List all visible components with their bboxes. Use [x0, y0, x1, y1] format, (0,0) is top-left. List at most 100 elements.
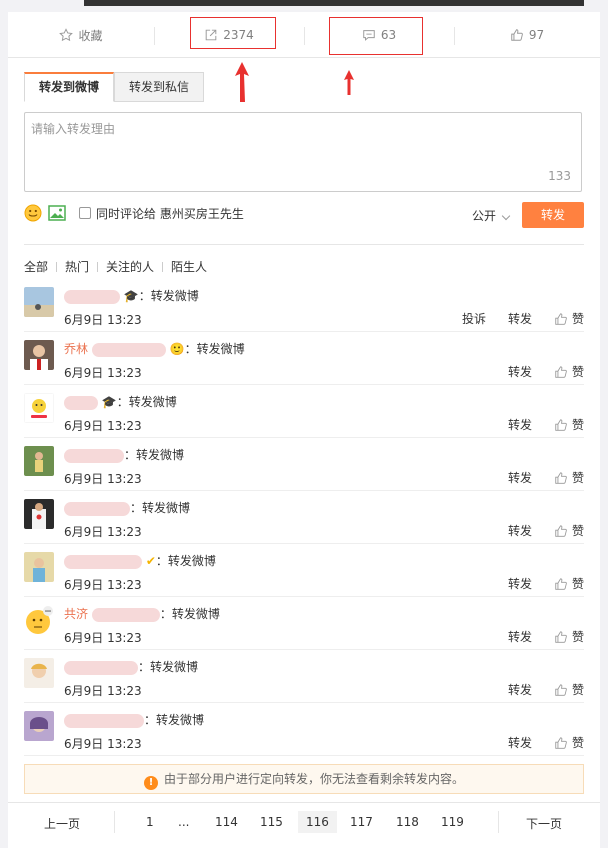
repost-link[interactable]: 转发: [508, 575, 532, 592]
divider: [24, 244, 584, 245]
thumbs-up-icon: [555, 524, 567, 537]
like-link[interactable]: 赞: [554, 522, 584, 539]
next-page-button[interactable]: 下一页: [526, 815, 562, 832]
current-page: 116: [298, 811, 337, 833]
page-link[interactable]: 114: [215, 815, 238, 829]
list-item: ✔：转发微博 6月9日 13:23 转发 赞: [24, 544, 584, 597]
list-item: 共济 ：转发微博 6月9日 13:23 转发 赞: [24, 597, 584, 650]
star-icon: [59, 28, 74, 42]
repost-username[interactable]: 共济: [64, 607, 88, 621]
repost-time: 6月9日 13:23: [64, 631, 142, 645]
repost-submit-button[interactable]: 转发: [522, 202, 584, 228]
filter-following[interactable]: 关注的人: [106, 258, 162, 275]
thumbs-up-icon: [511, 29, 523, 41]
redacted-username: [64, 448, 124, 463]
page-ellipsis: ...: [178, 815, 190, 829]
avatar[interactable]: [24, 393, 54, 423]
tab-repost-to-weibo[interactable]: 转发到微博: [24, 72, 115, 102]
avatar[interactable]: [24, 340, 54, 370]
like-label: 赞: [571, 577, 584, 591]
thumbs-up-icon: [555, 418, 567, 431]
image-icon[interactable]: [48, 204, 66, 222]
redacted-username: [64, 554, 142, 569]
filter-hot[interactable]: 热门: [65, 258, 97, 275]
like-button[interactable]: 97: [454, 12, 600, 58]
repost-action-text: 转发微博: [156, 713, 205, 727]
repost-username[interactable]: 乔林: [64, 342, 88, 356]
repost-user-line: ✔：转发微博: [64, 552, 216, 569]
repost-link[interactable]: 转发: [508, 416, 532, 433]
page-link[interactable]: 115: [260, 815, 283, 829]
avatar[interactable]: [24, 658, 54, 688]
repost-ops: 转发 赞: [486, 469, 584, 486]
repost-user-line: ：转发微博: [64, 499, 190, 516]
repost-link[interactable]: 转发: [508, 734, 532, 751]
repost-user-line: ：转发微博: [64, 711, 204, 728]
repost-action-text: 转发微博: [171, 607, 220, 621]
restricted-repost-notice: ! 由于部分用户进行定向转发，你无法查看剩余转发内容。: [24, 764, 584, 794]
avatar[interactable]: [24, 711, 54, 741]
repost-reason-input[interactable]: 请输入转发理由 133: [24, 112, 582, 192]
filter-all[interactable]: 全部: [24, 258, 56, 275]
prev-page-button[interactable]: 上一页: [44, 815, 80, 832]
thumbs-up-icon: [555, 312, 567, 325]
divider: [114, 811, 115, 833]
list-item: 🎓：转发微博 6月9日 13:23 投诉 转发 赞: [24, 279, 584, 332]
like-link[interactable]: 赞: [554, 681, 584, 698]
avatar[interactable]: [24, 552, 54, 582]
like-link[interactable]: 赞: [554, 734, 584, 751]
page-link[interactable]: 118: [396, 815, 419, 829]
annotation-arrow-up-icon: [235, 62, 249, 102]
redacted-username: [64, 713, 144, 728]
like-link[interactable]: 赞: [554, 310, 584, 327]
repost-link[interactable]: 转发: [508, 469, 532, 486]
avatar[interactable]: [24, 287, 54, 317]
repost-user-line: ：转发微博: [64, 658, 198, 675]
favorite-label: 收藏: [78, 28, 103, 43]
avatar[interactable]: [24, 446, 54, 476]
like-link[interactable]: 赞: [554, 363, 584, 380]
like-link[interactable]: 赞: [554, 628, 584, 645]
page-link[interactable]: 117: [350, 815, 373, 829]
page-link[interactable]: 119: [441, 815, 464, 829]
repost-user-line: 共济 ：转发微博: [64, 607, 220, 622]
emoji-icon[interactable]: [24, 204, 42, 222]
filter-strangers[interactable]: 陌生人: [171, 258, 215, 275]
action-bar: 收藏 2374 63 97: [8, 12, 600, 58]
favorite-button[interactable]: 收藏: [8, 12, 154, 58]
highlight-box-repost: [190, 17, 276, 49]
repost-link[interactable]: 转发: [508, 363, 532, 380]
repost-ops: 投诉 转发 赞: [440, 310, 584, 327]
content-bottom-bar: [84, 0, 584, 6]
repost-action-text: 转发微博: [136, 448, 185, 462]
repost-ops: 转发 赞: [486, 681, 584, 698]
visibility-select[interactable]: 公开: [472, 207, 496, 224]
like-label: 赞: [571, 365, 584, 379]
tab-repost-to-message[interactable]: 转发到私信: [114, 72, 205, 102]
also-comment-checkbox[interactable]: [79, 207, 91, 219]
like-label: 赞: [571, 524, 584, 538]
like-link[interactable]: 赞: [554, 469, 584, 486]
divider: [97, 261, 99, 272]
avatar[interactable]: [24, 605, 54, 635]
repost-ops: 转发 赞: [486, 522, 584, 539]
repost-link[interactable]: 转发: [508, 681, 532, 698]
chevron-down-icon[interactable]: [501, 211, 511, 221]
avatar[interactable]: [24, 499, 54, 529]
repost-user-line: ：转发微博: [64, 446, 184, 463]
repost-link[interactable]: 转发: [508, 628, 532, 645]
page-link[interactable]: 1: [146, 815, 154, 829]
repost-link[interactable]: 转发: [508, 522, 532, 539]
like-link[interactable]: 赞: [554, 575, 584, 592]
like-link[interactable]: 赞: [554, 416, 584, 433]
like-count: 97: [528, 28, 545, 42]
repost-time: 6月9日 13:23: [64, 419, 142, 433]
thumbs-up-icon: [555, 471, 567, 484]
like-label: 赞: [571, 736, 584, 750]
report-link[interactable]: 投诉: [462, 310, 486, 327]
repost-link[interactable]: 转发: [508, 310, 532, 327]
like-label: 赞: [571, 471, 584, 485]
repost-action-text: 转发微博: [150, 660, 199, 674]
thumbs-up-icon: [555, 365, 567, 378]
redacted-username: [91, 342, 166, 357]
